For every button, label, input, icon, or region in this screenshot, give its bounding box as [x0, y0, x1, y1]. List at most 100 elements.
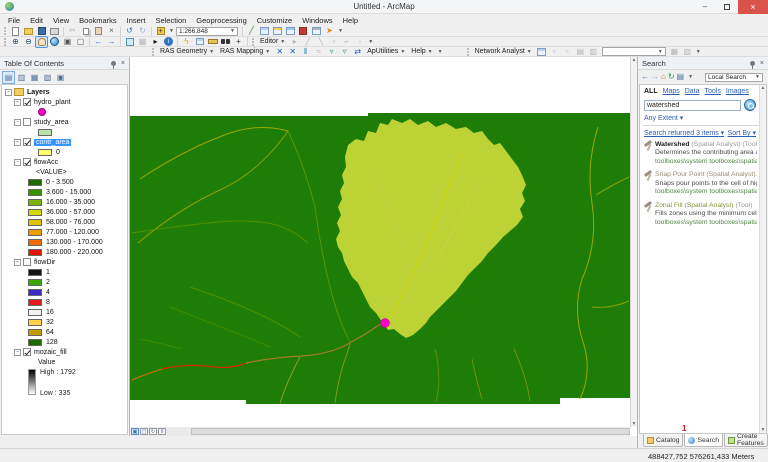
- layer-flowacc[interactable]: - flowAcc: [2, 157, 127, 167]
- map-canvas[interactable]: [130, 57, 630, 427]
- layer-checkbox[interactable]: [23, 348, 31, 356]
- close-icon[interactable]: ×: [760, 60, 764, 67]
- toc-options-icon[interactable]: ▣: [55, 72, 66, 83]
- open-folder-icon[interactable]: [23, 26, 34, 36]
- close-icon[interactable]: ×: [121, 60, 125, 67]
- new-document-icon[interactable]: [10, 26, 21, 36]
- scroll-up-icon[interactable]: ▲: [761, 85, 766, 91]
- pause-drawing-button[interactable]: ‖: [158, 428, 166, 435]
- arctoolbox-icon[interactable]: [298, 26, 309, 36]
- search-input[interactable]: [644, 99, 741, 111]
- close-button[interactable]: ×: [738, 0, 768, 14]
- toolbar-overflow-icon[interactable]: ▼: [696, 49, 701, 55]
- go-forward-extent-icon[interactable]: →: [106, 37, 117, 47]
- toolbar-grip[interactable]: [4, 37, 7, 46]
- flowdir-class-swatch[interactable]: [28, 268, 42, 276]
- stretch-gradient-bar[interactable]: [28, 369, 36, 395]
- flowdir-class-swatch[interactable]: [28, 338, 42, 346]
- layer-label[interactable]: hydro_plant: [34, 99, 71, 106]
- data-view-button[interactable]: ▣: [131, 428, 139, 435]
- modelbuilder-icon[interactable]: ➤: [324, 26, 335, 36]
- flowdir-class-swatch[interactable]: [28, 278, 42, 286]
- list-by-drawing-order-icon[interactable]: ▤: [2, 70, 15, 84]
- study-area-fill-symbol[interactable]: [38, 128, 52, 136]
- result-count-link[interactable]: Search returned 3 items ▾: [644, 129, 724, 137]
- add-data-dropdown-icon[interactable]: ▼: [169, 28, 174, 34]
- toolbar-grip[interactable]: [4, 27, 7, 35]
- ras-geometry-menu-button[interactable]: RAS Geometry ▼: [157, 48, 217, 55]
- plot-cross-section-icon[interactable]: ▿: [326, 47, 337, 57]
- copy-icon[interactable]: [80, 26, 91, 36]
- tab-tools[interactable]: Tools: [705, 88, 721, 95]
- save-icon[interactable]: [36, 26, 47, 36]
- search-forward-icon[interactable]: →: [651, 73, 659, 81]
- flowacc-class-swatch[interactable]: [28, 238, 42, 246]
- toolbar-overflow-icon[interactable]: ▼: [438, 49, 443, 55]
- minimize-button[interactable]: –: [694, 0, 716, 14]
- result-title-link[interactable]: Snap Pour Point (Spatial Analyst)...: [655, 171, 757, 178]
- go-to-xy-icon[interactable]: +: [233, 37, 244, 47]
- search-scope-dropdown[interactable]: Local Search ▼: [705, 72, 763, 82]
- full-extent-icon[interactable]: [49, 37, 60, 47]
- fixed-zoom-out-icon[interactable]: ▢: [75, 37, 86, 47]
- pin-icon[interactable]: [110, 60, 116, 69]
- result-path-link[interactable]: toolboxes\system toolboxes\spatial ...: [655, 219, 757, 227]
- delete-icon[interactable]: ×: [106, 26, 117, 36]
- result-path-link[interactable]: toolboxes\system toolboxes\spatial ...: [655, 158, 757, 166]
- toc-root-layers[interactable]: - Layers: [2, 87, 127, 97]
- run-search-icon[interactable]: [744, 99, 756, 111]
- layer-checkbox[interactable]: [23, 258, 31, 266]
- table-of-contents-window-icon[interactable]: [259, 26, 270, 36]
- ras-mapping-menu-button[interactable]: RAS Mapping ▼: [217, 48, 273, 55]
- html-popup-icon[interactable]: [194, 37, 205, 47]
- home-icon[interactable]: ⌂: [661, 73, 666, 81]
- assign-bank-code-icon[interactable]: ✕: [287, 47, 298, 57]
- layer-label[interactable]: flowAcc: [34, 159, 58, 166]
- menu-view[interactable]: View: [48, 16, 74, 25]
- menu-insert[interactable]: Insert: [122, 16, 151, 25]
- menu-edit[interactable]: Edit: [25, 16, 48, 25]
- flowacc-class-swatch[interactable]: [28, 178, 42, 186]
- horizontal-scroll-thumb[interactable]: [191, 428, 630, 435]
- menu-selection[interactable]: Selection: [150, 16, 191, 25]
- flowacc-class-swatch[interactable]: [28, 198, 42, 206]
- search-result-item[interactable]: Snap Pour Point (Spatial Analyst)... Sna…: [640, 169, 766, 199]
- search-window-icon[interactable]: [285, 26, 296, 36]
- cut-icon[interactable]: ✂: [67, 26, 78, 36]
- toolbar-grip[interactable]: [152, 47, 155, 56]
- layer-label[interactable]: contr_area: [34, 138, 72, 146]
- select-features-icon[interactable]: [124, 37, 135, 47]
- layer-contr-area[interactable]: - contr_area: [2, 137, 127, 147]
- pan-tool-icon[interactable]: [35, 35, 48, 48]
- tab-catalog[interactable]: Catalog: [643, 434, 684, 447]
- flowacc-class-swatch[interactable]: [28, 188, 42, 196]
- hyperlink-icon[interactable]: ϟ: [181, 37, 192, 47]
- toolbar-grip[interactable]: [466, 47, 470, 56]
- cross-section-icon[interactable]: ⫴: [300, 47, 311, 57]
- layer-hydro-plant[interactable]: - hydro_plant: [2, 97, 127, 107]
- refresh-index-icon[interactable]: ↻: [668, 73, 675, 81]
- assign-river-code-icon[interactable]: ✕: [274, 47, 285, 57]
- tab-images[interactable]: Images: [726, 88, 749, 95]
- zoom-out-icon[interactable]: ⊖: [23, 37, 34, 47]
- pour-point-marker[interactable]: [380, 318, 390, 328]
- identify-icon[interactable]: i: [163, 37, 174, 47]
- paste-icon[interactable]: [93, 26, 104, 36]
- aputilities-menu-button[interactable]: ApUtilities ▼: [364, 48, 408, 55]
- layer-label[interactable]: mozaic_fill: [34, 349, 67, 356]
- layers-root-label[interactable]: Layers: [27, 89, 50, 96]
- menu-geoprocessing[interactable]: Geoprocessing: [191, 16, 251, 25]
- map-scale-combo[interactable]: 1:266.848 ▼: [175, 26, 238, 36]
- flowdir-class-swatch[interactable]: [28, 328, 42, 336]
- tab-maps[interactable]: Maps: [663, 88, 680, 95]
- result-path-link[interactable]: toolboxes\system toolboxes\spatial ...: [655, 188, 757, 196]
- plot-profile-icon[interactable]: ▿: [339, 47, 350, 57]
- menu-help[interactable]: Help: [338, 16, 363, 25]
- search-back-icon[interactable]: ←: [641, 73, 649, 81]
- network-dataset-combo[interactable]: ▼: [601, 47, 666, 56]
- index-options-dropdown-icon[interactable]: ▼: [688, 74, 693, 80]
- import-export-icon[interactable]: ⇄: [352, 47, 363, 57]
- hydro-plant-point-symbol[interactable]: [38, 108, 46, 116]
- search-result-item[interactable]: Watershed (Spatial Analyst) (Tool) Deter…: [640, 139, 766, 169]
- add-data-icon[interactable]: +: [155, 26, 166, 36]
